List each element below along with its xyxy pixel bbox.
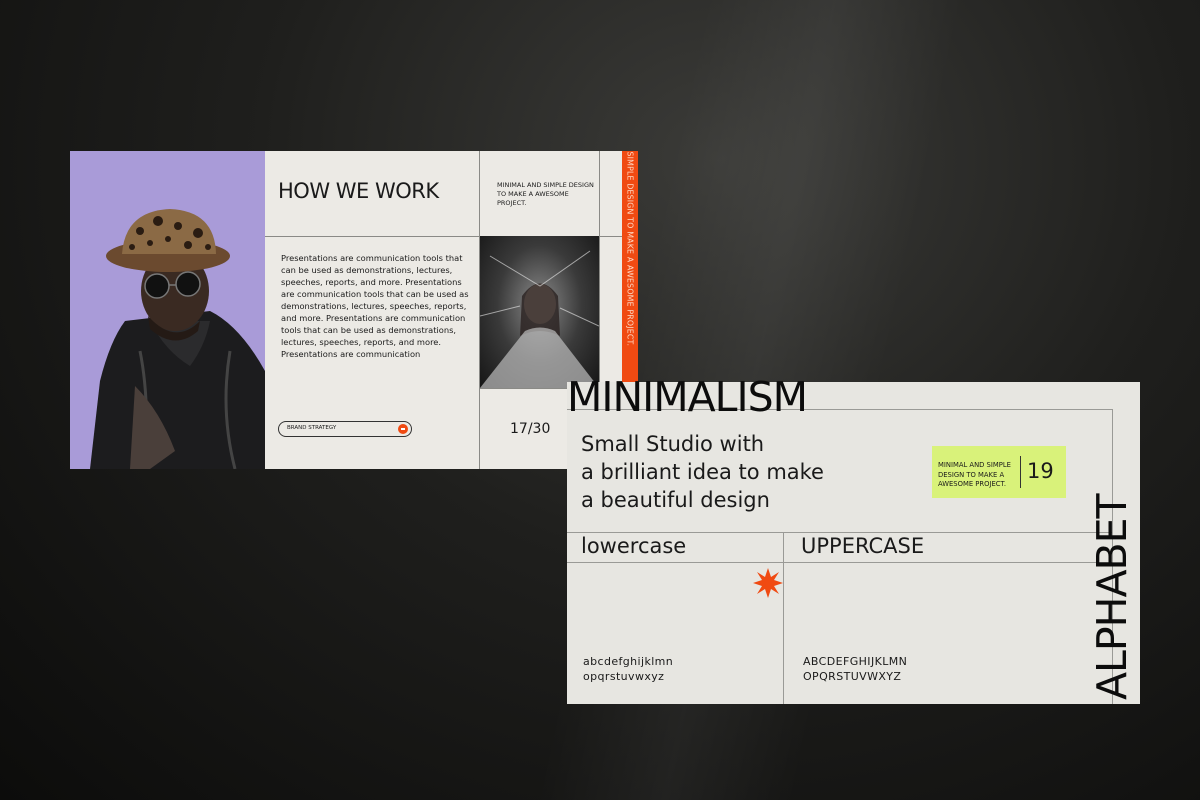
- lowercase-header: lowercase: [581, 534, 687, 558]
- lowercase-alphabet: abcdefghijklmn opqrstuvwxyz: [583, 654, 673, 684]
- tagline: MINIMAL AND SIMPLE DESIGN TO MAKE A AWES…: [497, 181, 594, 207]
- divider: [783, 532, 784, 704]
- badge-divider: [1020, 456, 1021, 488]
- divider: [567, 532, 1112, 533]
- alphabet-vertical-title: ALPHABET: [1088, 494, 1136, 700]
- uppercase-alphabet: ABCDEFGHIJKLMN OPQRSTUVWXYZ: [803, 654, 907, 684]
- portrait-illustration: [90, 209, 265, 469]
- alphabet-line: abcdefghijklmn: [583, 655, 674, 668]
- page-title: HOW WE WORK: [278, 179, 439, 203]
- vertical-tagline: SIMPLE DESIGN TO MAKE A AWESOME PROJECT.: [625, 151, 635, 347]
- badge-text: MINIMAL AND SIMPLE DESIGN TO MAKE A AWES…: [938, 461, 1011, 488]
- alphabet-line: OPQRSTUVWXYZ: [803, 670, 902, 683]
- headline-line: a beautiful design: [581, 488, 770, 512]
- starburst-icon: [753, 568, 783, 598]
- portrait-photo: [70, 151, 265, 469]
- alphabet-line: opqrstuvwxyz: [583, 670, 665, 683]
- page-number: 17/30: [510, 421, 551, 437]
- button-label: BRAND STRATEGY: [287, 425, 337, 431]
- headline: Small Studio with a brilliant idea to ma…: [581, 430, 881, 514]
- highlight-badge: MINIMAL AND SIMPLE DESIGN TO MAKE A AWES…: [932, 446, 1066, 498]
- arrow-right-icon: [398, 424, 408, 434]
- plastic-wrap-photo: [480, 236, 599, 388]
- badge-number: 19: [1027, 459, 1054, 483]
- headline-line: a brilliant idea to make: [581, 460, 824, 484]
- vertical-accent-bar: SIMPLE DESIGN TO MAKE A AWESOME PROJECT.: [622, 151, 638, 386]
- alphabet-line: ABCDEFGHIJKLMN: [803, 655, 908, 668]
- uppercase-header: UPPERCASE: [801, 534, 925, 558]
- minimalism-title: MINIMALISM: [567, 373, 808, 421]
- slide-minimalism: Small Studio with a brilliant idea to ma…: [567, 382, 1140, 704]
- brand-strategy-button[interactable]: BRAND STRATEGY: [278, 421, 412, 437]
- headline-line: Small Studio with: [581, 432, 765, 456]
- body-paragraph: Presentations are communication tools th…: [281, 253, 469, 359]
- wrapped-figure-illustration: [480, 250, 599, 388]
- slide-how-we-work: HOW WE WORK MINIMAL AND SIMPLE DESIGN TO…: [70, 151, 638, 469]
- divider: [567, 562, 1112, 563]
